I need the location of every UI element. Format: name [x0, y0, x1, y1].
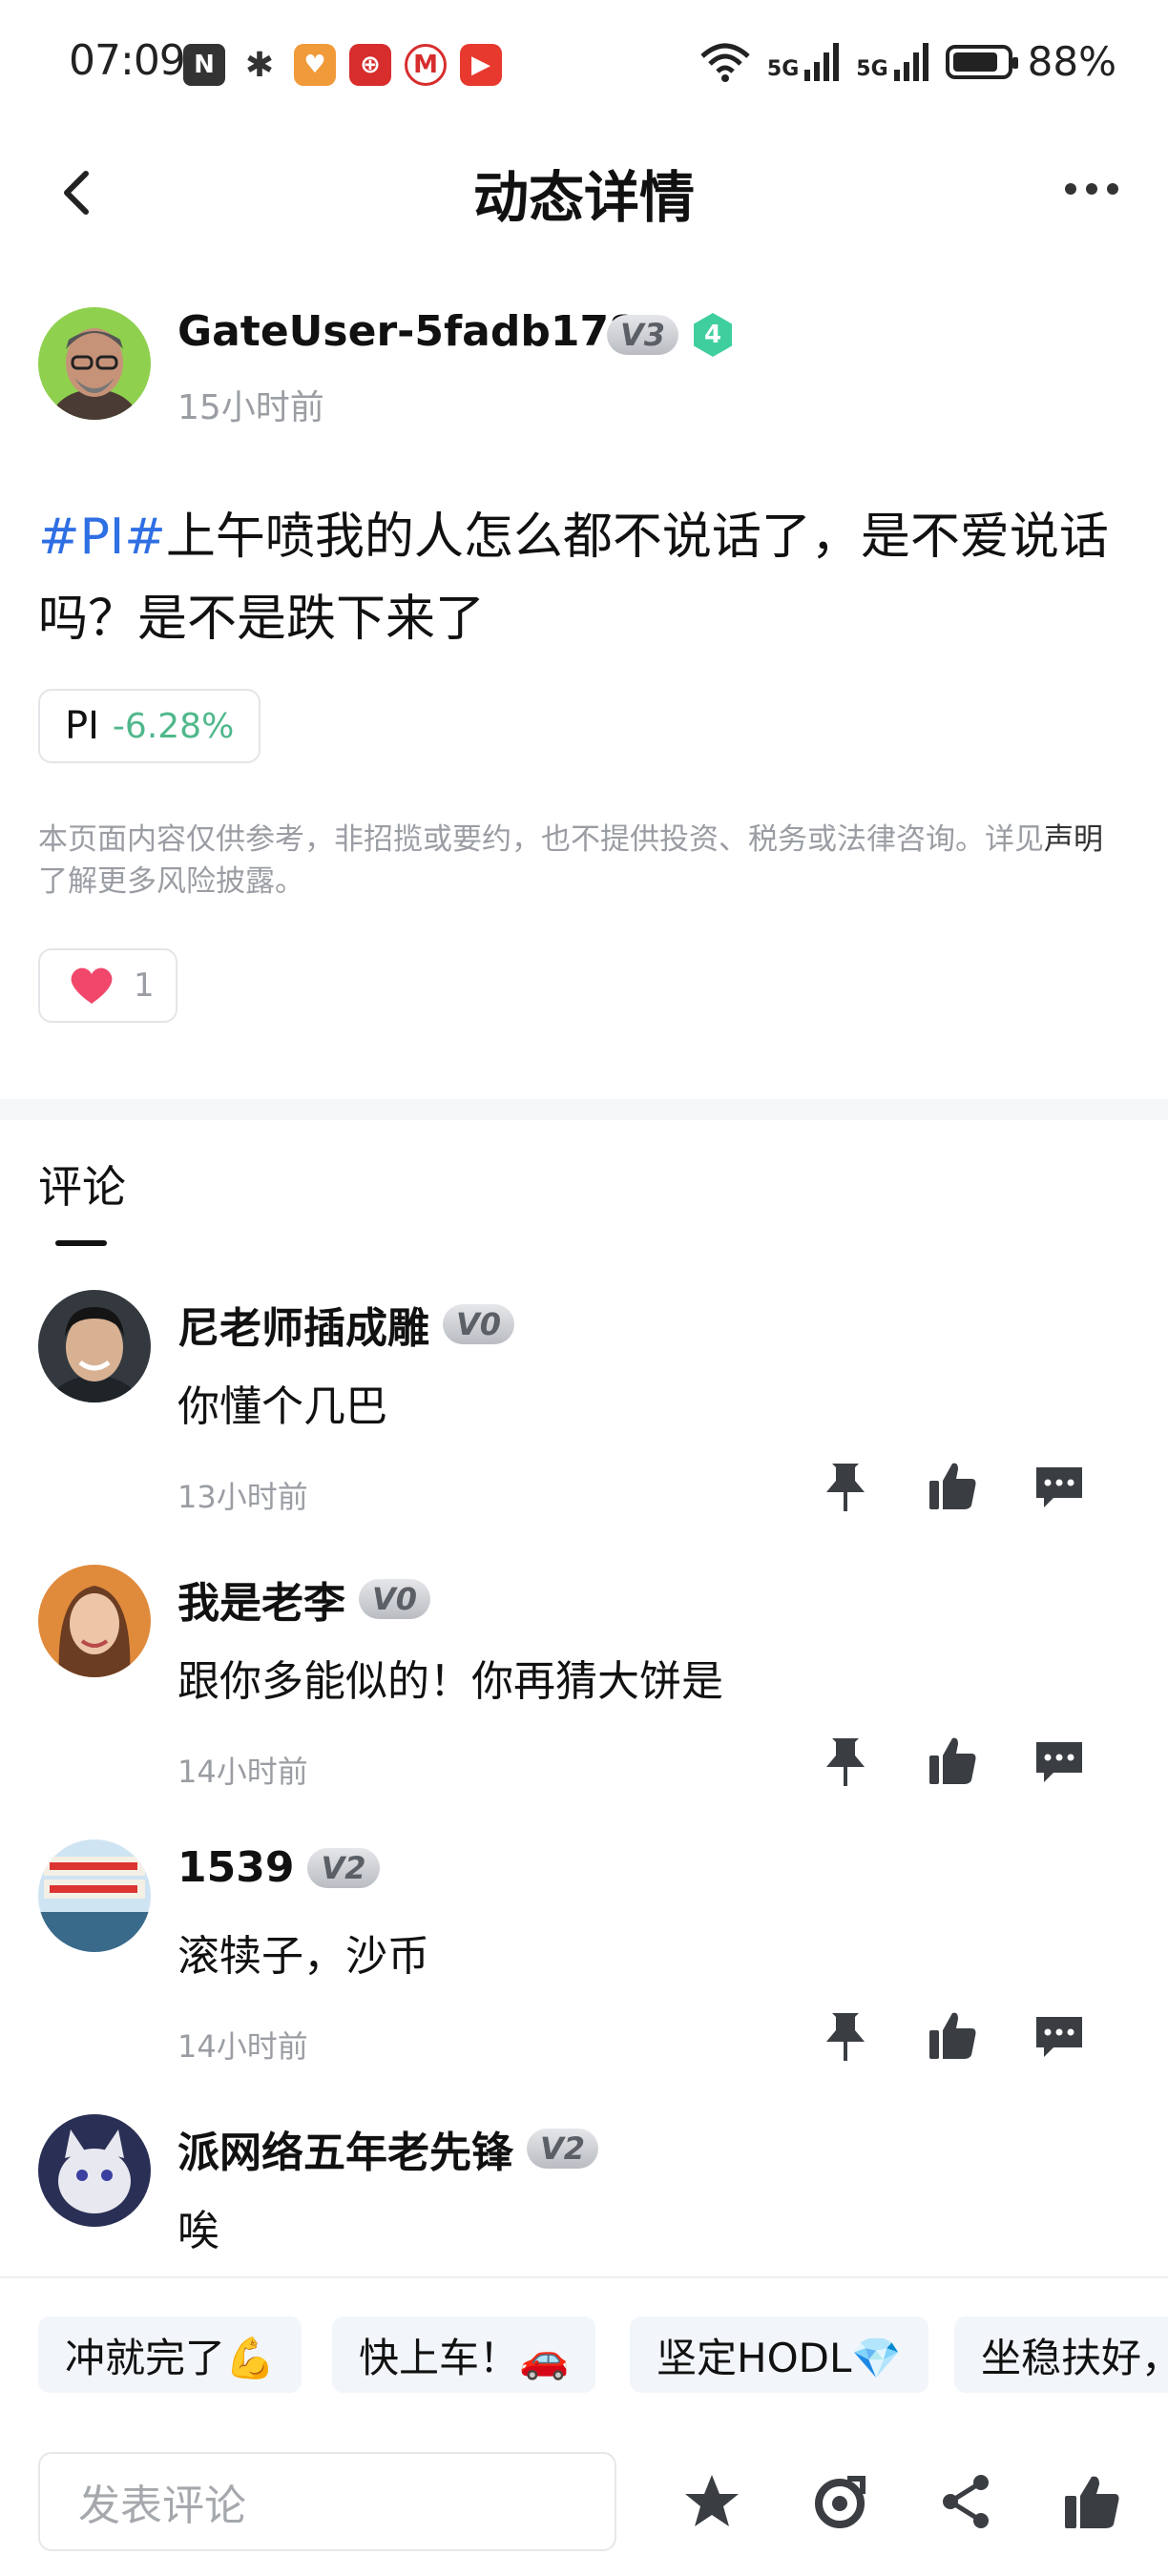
reply-icon[interactable] — [1032, 1733, 1086, 1790]
quick-reply-chip[interactable]: 坚定HODL💎 — [630, 2316, 928, 2393]
vip-level-badge: V2 — [527, 2129, 599, 2169]
bluetooth-icon: ✱ — [244, 45, 275, 85]
commenter-name-text: 尼老师插成雕 — [177, 1304, 429, 1353]
status-notification-icons: N ✱ ♥ ⊕ M ▶ — [183, 44, 502, 86]
star-icon[interactable] — [681, 2471, 742, 2532]
disclaimer-link[interactable]: 声明 — [1044, 822, 1103, 857]
comment-actions — [819, 1733, 1086, 1790]
commenter-name[interactable]: 我是老李 V0 — [177, 1568, 431, 1630]
quick-reply-chip[interactable]: 坐稳扶好， — [954, 2316, 1168, 2393]
comments-tab[interactable]: 评论 — [38, 1153, 126, 1215]
quick-reply-chip[interactable]: 冲就完了💪 — [38, 2316, 302, 2393]
commenter-name-text: 1539 — [177, 1843, 295, 1892]
comment-time: 14小时前 — [177, 2028, 308, 2065]
more-options-icon[interactable] — [1061, 170, 1122, 208]
page-title: 动态详情 — [472, 165, 695, 230]
battery-percent: 88% — [1027, 38, 1116, 85]
share-icon[interactable] — [935, 2471, 996, 2532]
pin-icon[interactable] — [819, 1733, 872, 1790]
quick-reply-chip[interactable]: 快上车！🚗 — [332, 2316, 596, 2393]
section-divider — [0, 1099, 1168, 1120]
commenter-name[interactable]: 尼老师插成雕 V0 — [177, 1294, 515, 1355]
commenter-name-text: 我是老李 — [177, 1579, 345, 1628]
comment-time: 13小时前 — [177, 1479, 308, 1515]
post-content: #PI#上午喷我的人怎么都不说话了，是不爱说话吗？是不是跌下来了 — [38, 496, 1116, 660]
post-time: 15小时前 — [177, 388, 324, 427]
author-name[interactable]: GateUser-5fadb178 — [177, 307, 638, 356]
comment-text: 滚犊子，沙币 — [177, 1932, 429, 1981]
heart-icon — [71, 967, 113, 1004]
battery-fill — [952, 52, 998, 72]
commenter-avatar[interactable] — [38, 2114, 151, 2227]
network-type-2: 5G — [856, 56, 888, 81]
author-badges: V3 4 — [607, 313, 733, 357]
nfc-icon: N — [183, 44, 225, 86]
post-hashtag[interactable]: #PI# — [38, 509, 166, 566]
commenter-avatar[interactable] — [38, 1565, 151, 1677]
status-bar: 07:09 N ✱ ♥ ⊕ M ▶ 5G 5G 88% — [0, 0, 1168, 134]
tab-indicator — [55, 1240, 107, 1246]
avatar-image — [38, 307, 151, 420]
ticker-chip[interactable]: PI -6.28% — [38, 689, 261, 763]
comment-actions — [819, 1458, 1086, 1515]
signal-2: 5G — [856, 42, 929, 81]
pin-icon[interactable] — [819, 1458, 872, 1515]
signal-icon — [893, 42, 928, 81]
rank-badge: 4 — [694, 313, 733, 357]
status-right-icons: 5G 5G 88% — [699, 38, 1116, 85]
avatar-image — [38, 1290, 151, 1402]
like-button[interactable]: 1 — [38, 948, 177, 1023]
wifi-icon — [700, 43, 750, 82]
vip-level-badge: V2 — [307, 1847, 380, 1888]
author-avatar[interactable] — [38, 307, 151, 420]
battery-icon — [945, 44, 1018, 79]
vip-level-badge: V0 — [443, 1304, 515, 1344]
merchants-bank-icon: M — [405, 44, 447, 86]
thumbs-up-icon[interactable] — [926, 1458, 979, 1515]
avatar-image — [38, 2114, 151, 2227]
disclaimer-text: 本页面内容仅供参考，非招揽或要约，也不提供投资、税务或法律咨询。详见 — [38, 822, 1044, 857]
signal-1: 5G — [766, 42, 841, 81]
thumbs-up-icon[interactable] — [926, 2007, 979, 2065]
avatar-image — [38, 1565, 151, 1677]
vip-level-badge: V0 — [359, 1579, 431, 1619]
status-time: 07:09 — [69, 36, 186, 85]
comment-input[interactable]: 发表评论 — [38, 2452, 616, 2551]
pin-icon[interactable] — [819, 2007, 872, 2065]
comment-text: 唉 — [177, 2207, 219, 2255]
disclaimer-text-end: 了解更多风险披露。 — [38, 864, 304, 899]
vip-level-badge: V3 — [607, 315, 679, 355]
reply-icon[interactable] — [1032, 2007, 1086, 2065]
bank-app-icon: ⊕ — [349, 44, 391, 86]
thumbs-up-icon[interactable] — [1061, 2471, 1122, 2532]
signal-icon — [804, 42, 840, 81]
comment-actions — [819, 2007, 1086, 2065]
commenter-name[interactable]: 1539 V2 — [177, 1843, 380, 1892]
post-body: 上午喷我的人怎么都不说话了，是不爱说话吗？是不是跌下来了 — [38, 509, 1109, 648]
reply-icon[interactable] — [1032, 1458, 1086, 1515]
video-app-icon: ▶ — [460, 44, 502, 86]
like-count: 1 — [134, 966, 155, 1005]
app-notification-icon: ♥ — [294, 44, 336, 86]
commenter-avatar[interactable] — [38, 1290, 151, 1402]
repost-icon[interactable] — [809, 2471, 870, 2532]
commenter-name[interactable]: 派网络五年老先锋 V2 — [177, 2118, 599, 2179]
network-type-1: 5G — [766, 56, 800, 81]
comment-text: 你懂个几巴 — [177, 1382, 387, 1431]
quick-reply-divider — [0, 2276, 1168, 2278]
ticker-change: -6.28% — [112, 706, 235, 746]
commenter-avatar[interactable] — [38, 1839, 151, 1952]
disclaimer: 本页面内容仅供参考，非招揽或要约，也不提供投资、税务或法律咨询。详见声明了解更多… — [38, 819, 1126, 903]
thumbs-up-icon[interactable] — [926, 1733, 979, 1790]
avatar-image — [38, 1839, 151, 1952]
comment-time: 14小时前 — [177, 1754, 308, 1790]
ticker-symbol: PI — [65, 704, 99, 748]
commenter-name-text: 派网络五年老先锋 — [177, 2129, 513, 2177]
comment-text: 跟你多能似的！你再猜大饼是 — [177, 1657, 723, 1706]
